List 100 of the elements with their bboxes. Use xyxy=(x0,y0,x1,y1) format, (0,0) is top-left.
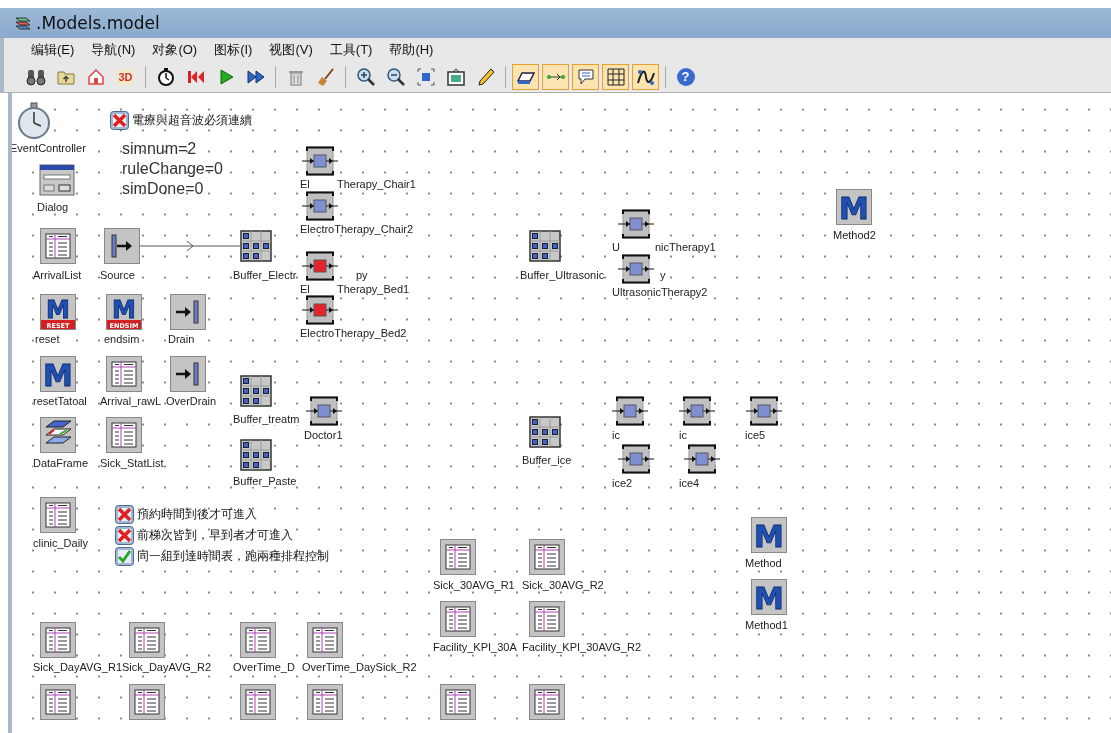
object-label: Facility_KPI_30AVG_R2 xyxy=(522,641,642,653)
table-icon[interactable] xyxy=(240,684,276,720)
station-icon[interactable] xyxy=(618,209,654,239)
object-label: Buffer_Ultrasonic xyxy=(520,269,605,281)
object-label: Method2 xyxy=(833,229,876,241)
object-label: Buffer_ice xyxy=(522,454,572,466)
object-label: OverDrain xyxy=(166,395,217,407)
object-label: Arrival_rawL xyxy=(100,395,162,407)
menu-item[interactable]: 工具(T) xyxy=(329,41,373,59)
object-label: El xyxy=(300,178,310,190)
object-label: ElectroTherapy_Bed2 xyxy=(300,327,407,339)
drain-icon[interactable] xyxy=(170,294,206,330)
station-icon[interactable] xyxy=(306,396,342,426)
checkbox-label: 前梯次皆到，早到者才可進入 xyxy=(137,528,293,543)
table-icon[interactable] xyxy=(106,356,142,392)
table-icon[interactable] xyxy=(129,622,165,658)
buffer-icon[interactable] xyxy=(529,230,561,262)
object-label: Therapy_Bed1 xyxy=(337,283,410,295)
window-title: .Models.model xyxy=(36,13,160,33)
layers-icon xyxy=(14,15,32,31)
checkbox[interactable] xyxy=(115,505,134,524)
checkbox-label: 電療與超音波必須連續 xyxy=(132,113,252,128)
object-label: nicTherapy1 xyxy=(655,241,716,253)
checkbox[interactable] xyxy=(115,526,134,545)
object-label: OverTime_DaySick_R2 xyxy=(302,661,417,673)
object-label: Method xyxy=(745,557,782,569)
table-icon[interactable] xyxy=(440,684,476,720)
table-icon[interactable] xyxy=(440,539,476,575)
object-label: OverTime_D xyxy=(233,661,295,673)
station-icon[interactable] xyxy=(302,191,338,221)
object-label: Sick_30AVG_R1 xyxy=(433,579,515,591)
checkbox[interactable] xyxy=(115,547,134,566)
prism-icon[interactable] xyxy=(512,64,539,90)
table-icon[interactable] xyxy=(440,601,476,637)
table-icon[interactable] xyxy=(529,601,565,637)
checkbox-label: 預約時間到後才可進入 xyxy=(137,507,257,522)
station-icon[interactable] xyxy=(684,444,720,474)
menu-item[interactable]: 编辑(E) xyxy=(31,41,75,59)
menu-item[interactable]: 帮助(H) xyxy=(389,41,434,59)
dataframe-icon[interactable] xyxy=(40,417,76,453)
table-icon[interactable] xyxy=(529,539,565,575)
object-label: Facility_KPI_30A xyxy=(433,641,517,653)
object-label: ic xyxy=(679,429,687,441)
method-object[interactable]: M xyxy=(40,356,76,392)
object-label: endsim xyxy=(104,333,140,345)
buffer-icon[interactable] xyxy=(240,439,272,471)
table-icon[interactable] xyxy=(106,417,142,453)
curve-icon[interactable] xyxy=(632,64,659,90)
checkbox-label: 同一組到達時間表，跑兩種排程控制 xyxy=(137,549,329,564)
help-button[interactable]: ? xyxy=(672,64,699,90)
grid-icon[interactable] xyxy=(602,64,629,90)
menu-item[interactable]: 导航(N) xyxy=(91,41,136,59)
table-icon[interactable] xyxy=(40,228,76,264)
buffer-icon[interactable] xyxy=(240,230,272,262)
menu-item[interactable]: 视图(V) xyxy=(269,41,313,59)
variable-text: simDone=0 xyxy=(122,179,204,199)
station-icon[interactable] xyxy=(302,295,338,325)
buffer-icon[interactable] xyxy=(240,375,272,407)
dialog-icon[interactable] xyxy=(39,164,75,196)
object-label: ice5 xyxy=(745,429,766,441)
table-icon[interactable] xyxy=(240,622,276,658)
object-label: Source xyxy=(100,269,135,281)
object-label: Drain xyxy=(168,333,195,345)
source-icon[interactable] xyxy=(104,228,140,264)
object-label: ArrivalList xyxy=(33,269,82,281)
station-icon[interactable] xyxy=(679,396,715,426)
menu-item[interactable]: 图标(I) xyxy=(214,41,253,59)
method-object[interactable]: M xyxy=(751,517,787,553)
station-icon[interactable] xyxy=(612,396,648,426)
buffer-icon[interactable] xyxy=(529,416,561,448)
table-icon[interactable] xyxy=(307,684,343,720)
table-icon[interactable] xyxy=(307,622,343,658)
variable-text: ruleChange=0 xyxy=(122,159,223,179)
stopwatch-icon[interactable] xyxy=(16,102,52,140)
object-label: ElectroTherapy_Chair2 xyxy=(300,223,414,235)
table-icon[interactable] xyxy=(129,684,165,720)
table-icon[interactable] xyxy=(529,684,565,720)
object-label: Buffer_Paste xyxy=(233,475,297,487)
object-label: Buffer_Electr xyxy=(233,269,297,281)
table-icon[interactable] xyxy=(40,622,76,658)
station-icon[interactable] xyxy=(618,254,654,284)
menu-item[interactable]: 对象(O) xyxy=(152,41,198,59)
object-label: ice2 xyxy=(612,477,633,489)
station-icon[interactable] xyxy=(746,396,782,426)
object-label: Sick_DayAVG_R2 xyxy=(122,661,212,673)
object-label: Sick_DayAVG_R1 xyxy=(33,661,123,673)
object-label: DataFrame xyxy=(33,457,89,469)
station-icon[interactable] xyxy=(618,444,654,474)
table-icon[interactable] xyxy=(40,684,76,720)
table-icon[interactable] xyxy=(40,497,76,533)
station-icon[interactable] xyxy=(302,251,338,281)
method-object[interactable]: M xyxy=(836,189,872,225)
view-3d-button[interactable]: 3D xyxy=(112,64,139,90)
checkbox[interactable] xyxy=(110,111,129,130)
station-icon[interactable] xyxy=(302,146,338,176)
object-label: UltrasonicTherapy2 xyxy=(612,286,708,298)
method-object[interactable]: M xyxy=(751,579,787,615)
speech-bubble-icon[interactable] xyxy=(572,64,599,90)
variable-text: simnum=2 xyxy=(122,139,197,159)
drain-icon[interactable] xyxy=(170,356,206,392)
